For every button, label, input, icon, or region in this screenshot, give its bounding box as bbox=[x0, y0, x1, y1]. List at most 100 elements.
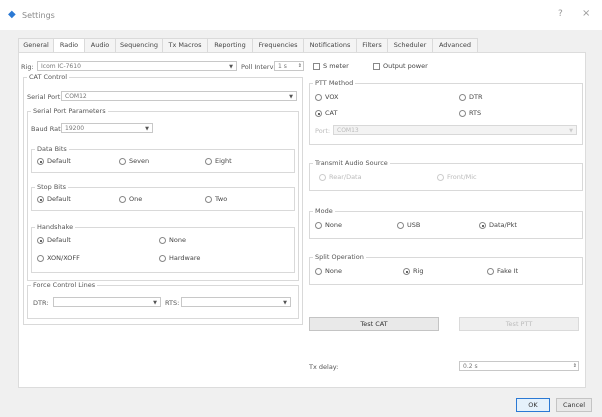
radio-dot bbox=[479, 222, 486, 229]
tx-audio-front-label: Front/Mic bbox=[447, 173, 477, 181]
test-cat-button[interactable]: Test CAT bbox=[309, 317, 439, 331]
radio-dot bbox=[397, 222, 404, 229]
cancel-button[interactable]: Cancel bbox=[556, 398, 592, 412]
handshake-group bbox=[31, 227, 295, 273]
serial-port-select[interactable]: COM12 ▼ bbox=[61, 91, 297, 101]
mode-title: Mode bbox=[313, 207, 335, 215]
radio-dot bbox=[119, 158, 126, 165]
tab-audio[interactable]: Audio bbox=[84, 38, 116, 52]
radio-dot bbox=[315, 268, 322, 275]
tab-filters[interactable]: Filters bbox=[356, 38, 388, 52]
tab-notifications[interactable]: Notifications bbox=[303, 38, 357, 52]
tx-delay-value: 0.2 s bbox=[463, 363, 478, 370]
tx-audio-title: Transmit Audio Source bbox=[313, 159, 390, 167]
split-group bbox=[309, 257, 583, 285]
radio-dot bbox=[37, 255, 44, 262]
split-rig-label: Rig bbox=[413, 267, 424, 275]
tx-delay-label: Tx delay: bbox=[309, 363, 339, 371]
mode-group bbox=[309, 211, 583, 239]
radio-dot bbox=[437, 174, 444, 181]
ptt-method-group bbox=[309, 83, 583, 145]
baud-rate-select[interactable]: 19200 ▼ bbox=[61, 123, 153, 133]
smeter-label: S meter bbox=[323, 62, 349, 70]
data-bits-eight-label: Eight bbox=[215, 157, 232, 165]
tx-audio-rear-label: Rear/Data bbox=[329, 173, 362, 181]
stop-bits-default-label: Default bbox=[47, 195, 71, 203]
radio-dot bbox=[37, 237, 44, 244]
rts-label: RTS: bbox=[165, 299, 180, 307]
radio-dot bbox=[119, 196, 126, 203]
cat-control-title: CAT Control bbox=[27, 73, 70, 81]
radio-dot bbox=[205, 196, 212, 203]
serial-port-value: COM12 bbox=[65, 93, 87, 100]
radio-dot bbox=[319, 174, 326, 181]
poll-interval-value: 1 s bbox=[278, 63, 287, 70]
checkbox-box bbox=[313, 63, 320, 70]
handshake-default-label: Default bbox=[47, 236, 71, 244]
tab-frequencies[interactable]: Frequencies bbox=[252, 38, 304, 52]
radio-dot bbox=[315, 110, 322, 117]
tx-delay-spinbox[interactable]: 0.2 s ⇕ bbox=[459, 361, 579, 371]
tab-scheduler[interactable]: Scheduler bbox=[387, 38, 433, 52]
spin-arrows-icon: ⇕ bbox=[572, 363, 577, 369]
radio-dot bbox=[159, 255, 166, 262]
help-button[interactable]: ? bbox=[558, 9, 563, 19]
chevron-down-icon: ▼ bbox=[145, 126, 149, 132]
data-bits-seven-label: Seven bbox=[129, 157, 150, 165]
tab-reporting[interactable]: Reporting bbox=[207, 38, 253, 52]
serial-port-label: Serial Port: bbox=[27, 93, 63, 101]
rts-select[interactable]: ▼ bbox=[181, 297, 291, 307]
rig-label: Rig: bbox=[21, 63, 34, 71]
chevron-down-icon: ▼ bbox=[283, 300, 287, 306]
data-bits-default-label: Default bbox=[47, 157, 71, 165]
split-fakeit-label: Fake It bbox=[497, 267, 519, 275]
ptt-vox-label: VOX bbox=[325, 93, 339, 101]
radio-dot bbox=[159, 237, 166, 244]
close-button[interactable]: × bbox=[582, 8, 590, 19]
chevron-down-icon: ▼ bbox=[153, 300, 157, 306]
output-power-label: Output power bbox=[383, 62, 428, 70]
radio-dot bbox=[37, 196, 44, 203]
rig-select[interactable]: Icom IC-7610 ▼ bbox=[37, 61, 237, 71]
handshake-hardware-label: Hardware bbox=[169, 254, 201, 262]
radio-dot bbox=[459, 94, 466, 101]
ptt-rts-label: RTS bbox=[469, 109, 482, 117]
force-lines-title: Force Control Lines bbox=[31, 281, 98, 289]
tab-sequencing[interactable]: Sequencing bbox=[115, 38, 163, 52]
test-ptt-button[interactable]: Test PTT bbox=[459, 317, 579, 331]
serial-params-title: Serial Port Parameters bbox=[31, 107, 108, 115]
dtr-label: DTR: bbox=[33, 299, 49, 307]
radio-dot bbox=[315, 222, 322, 229]
poll-interval-spinbox[interactable]: 1 s ⇕ bbox=[274, 61, 304, 71]
radio-dot bbox=[459, 110, 466, 117]
radio-dot bbox=[315, 94, 322, 101]
checkbox-box bbox=[373, 63, 380, 70]
stop-bits-one-label: One bbox=[129, 195, 143, 203]
stop-bits-title: Stop Bits bbox=[35, 183, 69, 191]
handshake-title: Handshake bbox=[35, 223, 76, 231]
ok-button[interactable]: OK bbox=[516, 398, 550, 412]
radio-dot bbox=[487, 268, 494, 275]
window-title: Settings bbox=[22, 11, 55, 20]
spin-arrows-icon: ⇕ bbox=[297, 63, 302, 69]
split-none-label: None bbox=[325, 267, 342, 275]
split-title: Split Operation bbox=[313, 253, 366, 261]
radio-dot bbox=[403, 268, 410, 275]
ptt-port-select[interactable]: COM13 ▼ bbox=[333, 125, 577, 135]
tab-radio[interactable]: Radio bbox=[53, 38, 85, 53]
mode-none-label: None bbox=[325, 221, 342, 229]
radio-panel: Rig: Icom IC-7610 ▼ Poll Interval: 1 s ⇕ S… bbox=[18, 52, 586, 388]
chevron-down-icon: ▼ bbox=[569, 128, 573, 134]
rig-value: Icom IC-7610 bbox=[41, 63, 81, 70]
tab-advanced[interactable]: Advanced bbox=[432, 38, 478, 52]
tab-general[interactable]: General bbox=[18, 38, 54, 52]
ptt-cat-label: CAT bbox=[325, 109, 338, 117]
ptt-port-value: COM13 bbox=[337, 127, 359, 134]
tab-tx-macros[interactable]: Tx Macros bbox=[162, 38, 208, 52]
title-bar: ◆ Settings ? × bbox=[0, 0, 602, 30]
radio-dot bbox=[205, 158, 212, 165]
handshake-xonxoff-label: XON/XOFF bbox=[47, 254, 80, 262]
baud-rate-value: 19200 bbox=[65, 125, 85, 132]
ptt-dtr-label: DTR bbox=[469, 93, 483, 101]
dtr-select[interactable]: ▼ bbox=[53, 297, 161, 307]
